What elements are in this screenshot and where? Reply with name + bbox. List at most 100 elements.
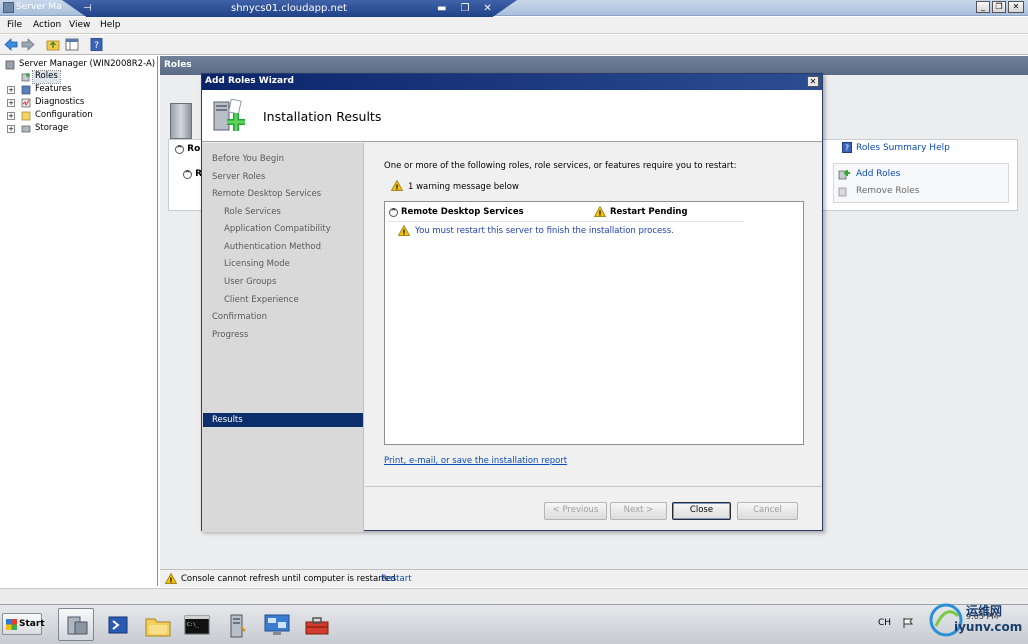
configuration-icon	[21, 111, 31, 121]
taskbar-toolbox[interactable]	[298, 608, 334, 641]
step-remote-desktop-services: Remote Desktop Services	[212, 189, 322, 199]
expand-diagnostics-icon[interactable]: +	[7, 99, 15, 107]
wizard-page-title: Installation Results	[263, 109, 382, 124]
watermark-chinese: 运维网	[966, 604, 1003, 618]
rdp-minimize-icon[interactable]: ▬	[437, 3, 446, 14]
result-detail-message: You must restart this server to finish t…	[415, 226, 674, 236]
taskbar: Start C:\_ CH	[0, 604, 1028, 644]
add-roles-wizard: Add Roles Wizard ✕ Installation Results …	[201, 73, 823, 532]
tree-item-configuration[interactable]: Configuration	[35, 110, 93, 122]
result-role-name: Remote Desktop Services	[400, 207, 524, 217]
tree-root[interactable]: Server Manager (WIN2008R2-A)	[19, 59, 155, 71]
server-manager-icon	[5, 60, 15, 70]
step-user-groups: User Groups	[224, 277, 277, 287]
storage-icon	[21, 125, 31, 133]
tree-item-diagnostics[interactable]: Diagnostics	[35, 97, 84, 109]
wizard-titlebar: Add Roles Wizard ✕	[202, 74, 822, 90]
expand-configuration-icon[interactable]: +	[7, 112, 15, 120]
roles-summary-help-link[interactable]: Roles Summary Help	[856, 143, 950, 153]
remove-roles-link[interactable]: Remove Roles	[856, 186, 919, 196]
installation-report-link[interactable]: Print, e-mail, or save the installation …	[384, 456, 567, 466]
watermark-domain: iyunv.com	[954, 620, 1023, 634]
results-list: ^ Remote Desktop Services ! Restart Pend…	[384, 201, 804, 445]
taskbar-explorer[interactable]	[139, 608, 175, 641]
tree-item-features[interactable]: Features	[35, 84, 72, 96]
rdp-close-icon[interactable]: ✕	[483, 3, 491, 14]
collapse-result-icon[interactable]: ^	[389, 208, 398, 217]
svg-text:!: !	[169, 577, 172, 585]
status-warning-icon: !	[165, 573, 177, 584]
restart-pending-warning-icon: !	[594, 206, 606, 217]
taskbar-remote-desktop[interactable]	[258, 608, 294, 641]
menu-view[interactable]: View	[69, 20, 90, 30]
warning-summary: 1 warning message below	[408, 182, 519, 192]
up-folder-icon[interactable]	[46, 38, 60, 51]
remove-roles-icon	[838, 187, 847, 197]
collapse-sub-icon[interactable]: ^	[183, 170, 192, 179]
add-roles-link[interactable]: Add Roles	[856, 169, 900, 179]
toolbox-icon	[305, 617, 329, 635]
rdp-restore-icon[interactable]: ❐	[460, 3, 469, 14]
step-licensing-mode: Licensing Mode	[224, 259, 290, 269]
action-center-flag-icon[interactable]	[902, 617, 914, 629]
section-header: ^ Ro	[175, 144, 200, 154]
window-controls: _ ❐ ✕	[976, 1, 1024, 13]
server-illustration	[170, 103, 192, 139]
tree-item-storage[interactable]: Storage	[35, 123, 68, 135]
pin-icon[interactable]: ⊣	[83, 3, 92, 14]
step-before-you-begin: Before You Begin	[212, 154, 285, 164]
button-divider	[365, 486, 822, 487]
step-results: Results	[212, 415, 243, 425]
server-manager-taskbar-icon	[67, 616, 88, 635]
folder-icon	[145, 618, 171, 637]
detail-warning-icon: !	[398, 225, 410, 236]
collapse-icon[interactable]: ^	[175, 145, 184, 154]
taskbar-command-prompt[interactable]: C:\_	[178, 608, 214, 641]
start-button[interactable]: Start	[2, 613, 45, 635]
wizard-close-icon[interactable]: ✕	[807, 76, 819, 87]
server-manager-app-icon	[3, 2, 14, 13]
close-wizard-button[interactable]: Close	[672, 502, 731, 520]
wizard-steps: Before You Begin Server Roles Remote Des…	[202, 143, 364, 532]
add-roles-icon	[838, 170, 850, 180]
taskbar-admin-tools[interactable]	[218, 608, 254, 641]
cancel-button[interactable]: Cancel	[737, 502, 798, 520]
taskbar-server-manager[interactable]	[58, 608, 94, 641]
window-title: Server Ma	[16, 2, 62, 12]
result-divider	[388, 221, 744, 222]
next-button[interactable]: Next >	[610, 502, 667, 520]
subsection-header: ^ R	[183, 169, 202, 179]
admin-tools-icon	[230, 614, 246, 638]
menu-file[interactable]: File	[7, 20, 22, 30]
forward-arrow-icon[interactable]	[21, 38, 35, 51]
svg-text:?: ?	[845, 144, 849, 153]
step-progress: Progress	[212, 330, 249, 340]
windows-logo-icon	[6, 619, 17, 630]
help-icon[interactable]: ?	[90, 38, 104, 51]
expand-storage-icon[interactable]: +	[7, 125, 15, 133]
restart-link[interactable]: Restart	[381, 574, 412, 584]
taskbar-powershell[interactable]	[99, 608, 135, 641]
step-role-services: Role Services	[224, 207, 281, 217]
close-button[interactable]: ✕	[1008, 1, 1024, 13]
minimize-button[interactable]: _	[976, 1, 990, 13]
expand-features-icon[interactable]: +	[7, 86, 15, 94]
back-arrow-icon[interactable]	[4, 38, 18, 51]
start-label: Start	[19, 619, 45, 629]
tree-item-roles[interactable]: Roles	[32, 70, 61, 84]
step-results-selected: Results	[203, 413, 363, 427]
result-state: Restart Pending	[610, 207, 688, 217]
previous-button[interactable]: < Previous	[544, 502, 607, 520]
add-roles-wizard-icon	[213, 99, 245, 131]
step-client-experience: Client Experience	[224, 295, 299, 305]
menu-help[interactable]: Help	[100, 20, 121, 30]
svg-text:!: !	[598, 210, 601, 218]
input-language[interactable]: CH	[878, 618, 891, 628]
console-tree: Server Manager (WIN2008R2-A) Roles + Fea…	[0, 56, 158, 586]
show-hide-tree-icon[interactable]	[65, 38, 79, 51]
menu-bar: File Action View Help	[0, 17, 1028, 34]
wizard-content: One or more of the following roles, role…	[365, 143, 822, 532]
menu-action[interactable]: Action	[33, 20, 61, 30]
restore-button[interactable]: ❐	[992, 1, 1006, 13]
command-prompt-icon: C:\_	[184, 615, 210, 635]
